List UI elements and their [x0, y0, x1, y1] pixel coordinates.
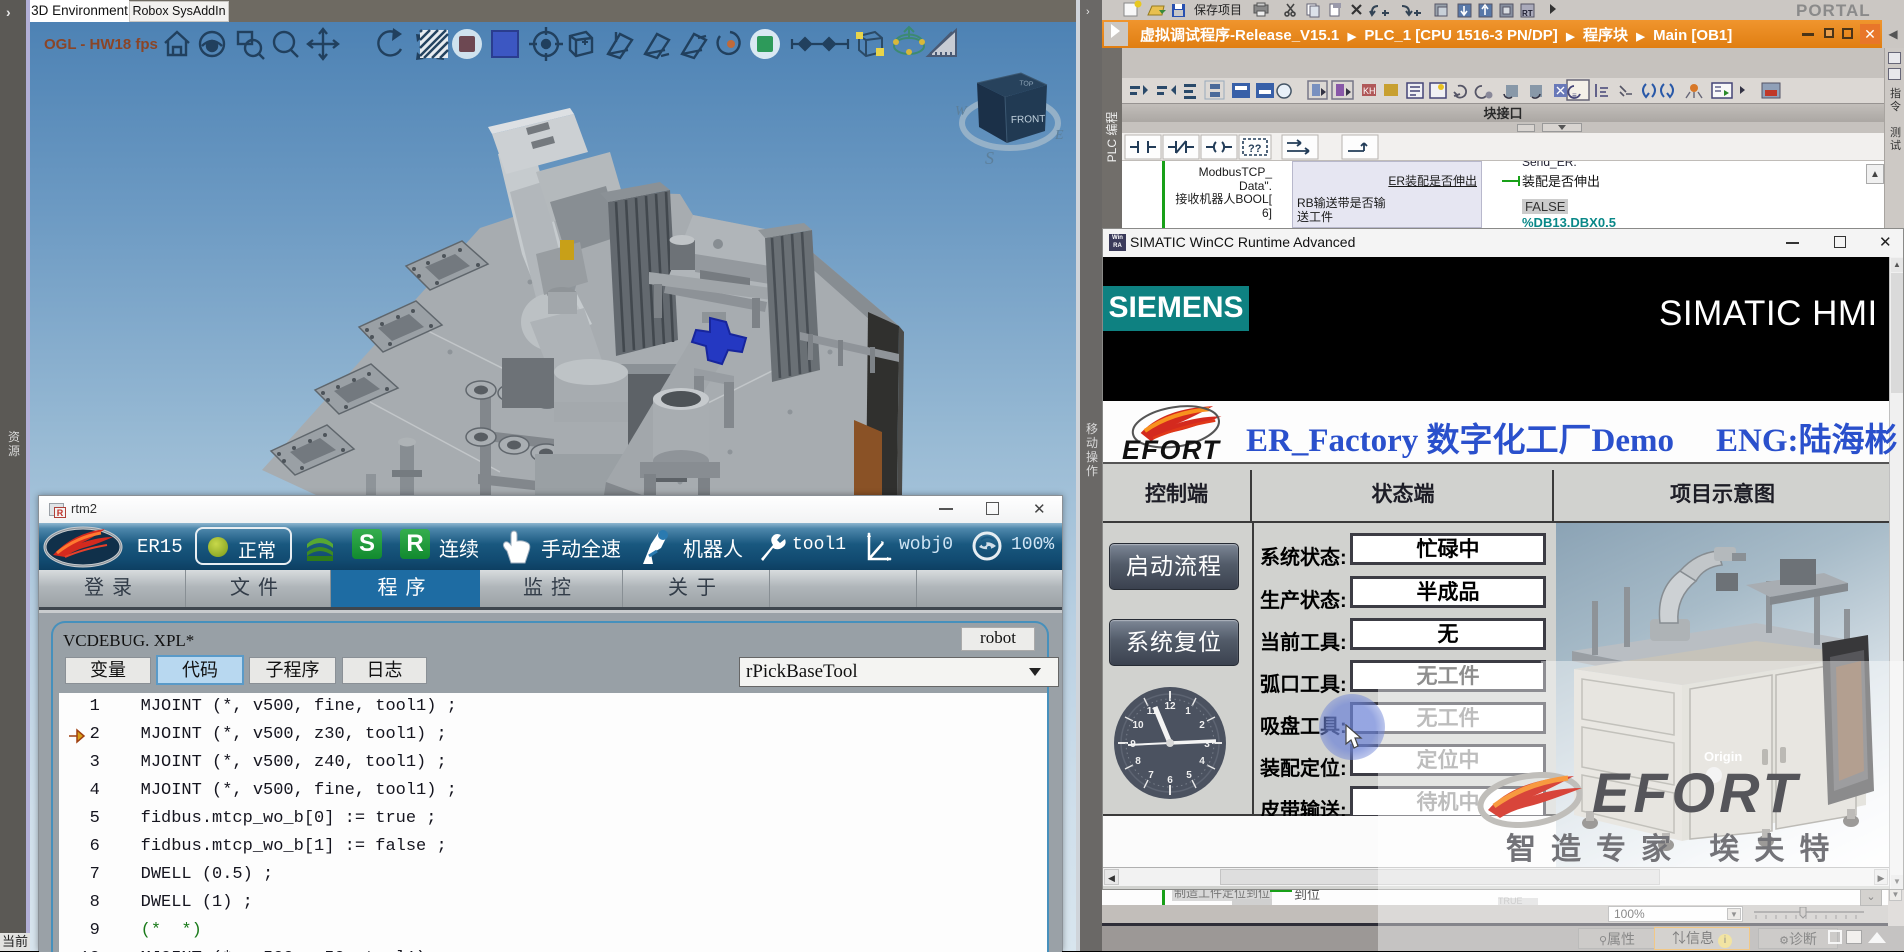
svg-text:KH: KH: [1363, 86, 1376, 96]
svg-text:5: 5: [1186, 770, 1192, 781]
svg-text:E: E: [1054, 128, 1064, 143]
svg-text:6: 6: [1167, 775, 1173, 786]
svg-text:PORTAL: PORTAL: [1796, 1, 1871, 20]
svg-text:4: 4: [1199, 756, 1205, 767]
svg-text:≡: ≡: [1572, 91, 1577, 100]
svg-text:EFORT: EFORT: [1122, 435, 1221, 462]
svg-text:??: ??: [1248, 143, 1262, 155]
svg-text:12: 12: [1164, 701, 1176, 712]
svg-text:FRONT: FRONT: [1011, 114, 1046, 126]
svg-text:1: 1: [1185, 706, 1191, 717]
svg-text:2: 2: [1199, 720, 1205, 731]
svg-text:7: 7: [1148, 770, 1154, 781]
svg-text:10: 10: [1132, 720, 1144, 731]
svg-text:保存项目: 保存项目: [1194, 3, 1242, 17]
svg-text:8: 8: [1135, 756, 1141, 767]
svg-text:W: W: [955, 104, 968, 119]
svg-text:S: S: [985, 148, 994, 167]
svg-text:RT: RT: [1522, 9, 1533, 18]
